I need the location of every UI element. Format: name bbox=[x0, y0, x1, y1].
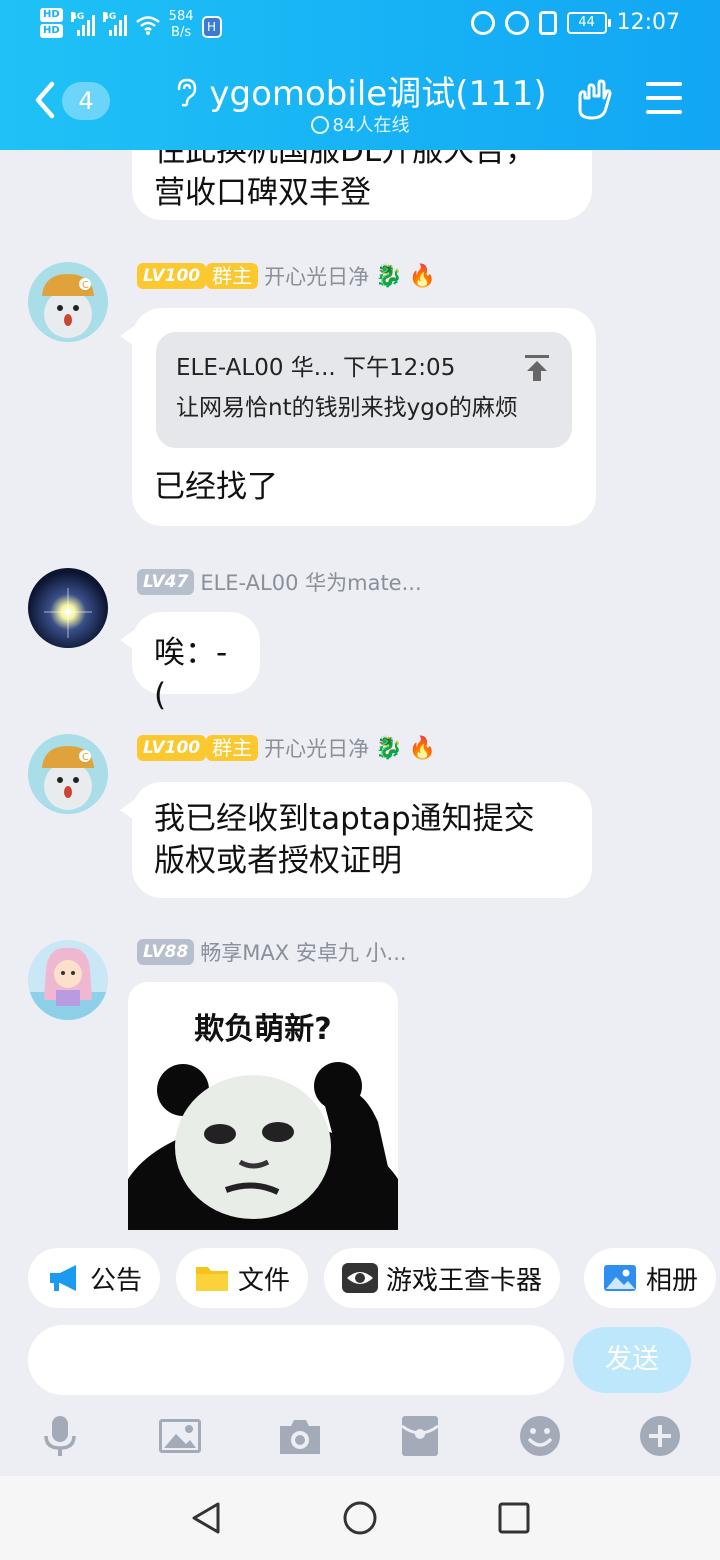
fire-icon: 🔥 bbox=[408, 735, 436, 761]
message-text: 营收口碑双丰登 bbox=[154, 175, 371, 211]
clock: 12:07 bbox=[616, 10, 680, 35]
composer: 发送 bbox=[0, 1322, 720, 1402]
gesture-hand-icon[interactable] bbox=[572, 78, 614, 120]
eye-icon bbox=[342, 1263, 378, 1293]
level-badge: LV88 bbox=[137, 939, 195, 965]
avatar[interactable] bbox=[28, 568, 108, 648]
sender-name[interactable]: 畅享MAX 安卓九 小... bbox=[200, 937, 406, 967]
shortcut-card-checker[interactable]: 游戏王查卡器 bbox=[324, 1248, 561, 1308]
message-text: 已经找了 bbox=[154, 469, 278, 505]
quoted-message[interactable]: ELE-AL00 华... 下午12:05 让网易恰nt的钱别来找ygo的麻烦 bbox=[156, 332, 572, 448]
level-badge: LV100 bbox=[137, 735, 207, 761]
online-status-icon bbox=[310, 116, 329, 134]
sender-name[interactable]: 开心光日净 bbox=[264, 733, 369, 763]
folder-icon bbox=[196, 1267, 228, 1291]
panda-face-sticker bbox=[128, 1062, 398, 1230]
quote-text: 让网易恰nt的钱别来找ygo的麻烦 bbox=[176, 395, 518, 421]
sender-meta: LV88 畅享MAX 安卓九 小... bbox=[137, 938, 407, 966]
input-toolbar bbox=[0, 1410, 720, 1470]
svg-text:C: C bbox=[82, 280, 89, 291]
shortcut-files[interactable]: 文件 bbox=[176, 1248, 309, 1308]
red-packet-icon[interactable] bbox=[398, 1414, 442, 1458]
microphone-icon[interactable] bbox=[38, 1414, 82, 1458]
message-input[interactable] bbox=[28, 1325, 564, 1395]
emoji-icon[interactable] bbox=[518, 1414, 562, 1458]
dragon-icon: 🐉 bbox=[375, 263, 403, 289]
sender-meta: LV100 群主 开心光日净 🐉 🔥 bbox=[137, 734, 436, 762]
avatar[interactable]: C bbox=[28, 734, 108, 814]
signal-icon-2: 4G bbox=[102, 12, 127, 36]
nav-recents-icon[interactable] bbox=[496, 1500, 532, 1536]
chat-title: ygomobile调试(111) bbox=[209, 74, 547, 114]
level-badge: LV100 bbox=[137, 263, 207, 289]
network-speed: 584 B/s bbox=[168, 9, 194, 40]
message-text: 唉：-( bbox=[154, 635, 228, 713]
message-bubble[interactable]: 唉：-( bbox=[120, 612, 260, 713]
jump-to-top-icon[interactable] bbox=[524, 354, 550, 382]
dragon-icon: 🐉 bbox=[375, 735, 403, 761]
status-bar: HD HD 4G 4G 584 B/s H 44 12:07 bbox=[0, 0, 720, 48]
megaphone-icon bbox=[50, 1265, 76, 1291]
image-icon[interactable] bbox=[158, 1414, 202, 1458]
message-text-line: 版权或者授权证明 bbox=[154, 843, 402, 879]
camera-icon[interactable] bbox=[278, 1414, 322, 1458]
nav-home-icon[interactable] bbox=[342, 1500, 378, 1536]
sender-name[interactable]: ELE-AL00 华为mate... bbox=[200, 567, 421, 597]
hd-indicator: HD HD bbox=[40, 8, 63, 38]
message-text-line: 我已经收到taptap通知提交 bbox=[154, 801, 535, 837]
sticker-caption: 欺负萌新? bbox=[194, 1012, 332, 1047]
photo-icon bbox=[604, 1265, 636, 1291]
role-badge: 群主 bbox=[206, 263, 259, 289]
shortcut-announcement[interactable]: 公告 bbox=[28, 1248, 161, 1308]
nav-back-icon[interactable] bbox=[188, 1500, 224, 1536]
level-badge: LV47 bbox=[137, 569, 195, 595]
alarm-icon bbox=[504, 10, 529, 35]
message-text-cut: 住此换机国服DL开服大吉， bbox=[154, 150, 537, 169]
send-button[interactable]: 发送 bbox=[573, 1327, 691, 1393]
role-badge: 群主 bbox=[206, 735, 259, 761]
chat-header: HD HD 4G 4G 584 B/s H 44 12:07 4 ygomobile… bbox=[0, 0, 720, 150]
app-notification-icon: H bbox=[201, 16, 222, 38]
message-bubble[interactable]: ELE-AL00 华... 下午12:05 让网易恰nt的钱别来找ygo的麻烦 … bbox=[120, 308, 596, 526]
battery-icon: 44 bbox=[566, 11, 611, 34]
shortcut-bar: 公告 文件 游戏王查卡器 相册 bbox=[0, 1248, 720, 1310]
message-list[interactable]: 住此换机国服DL开服大吉， 营收口碑双丰登 C LV100 群主 开心光日净 🐉 🔥… bbox=[0, 150, 720, 1230]
headphones-icon bbox=[470, 10, 495, 35]
sender-meta: LV100 群主 开心光日净 🐉 🔥 bbox=[137, 262, 436, 290]
sender-meta: LV47 ELE-AL00 华为mate... bbox=[137, 568, 422, 596]
message-bubble[interactable]: 我已经收到taptap通知提交 版权或者授权证明 bbox=[120, 782, 592, 898]
signal-icon: 4G bbox=[70, 12, 95, 36]
avatar[interactable]: C bbox=[28, 262, 108, 342]
wifi-icon bbox=[135, 16, 160, 35]
sender-name[interactable]: 开心光日净 bbox=[264, 261, 369, 291]
ear-icon bbox=[178, 78, 197, 107]
message-bubble[interactable]: 住此换机国服DL开服大吉， 营收口碑双丰登 bbox=[132, 150, 592, 220]
shortcut-album[interactable]: 相册 bbox=[584, 1248, 717, 1308]
system-nav-bar bbox=[0, 1476, 720, 1560]
avatar[interactable] bbox=[28, 940, 108, 1020]
menu-icon[interactable] bbox=[646, 82, 682, 116]
quote-header: ELE-AL00 华... 下午12:05 bbox=[176, 355, 456, 381]
fire-icon: 🔥 bbox=[408, 263, 436, 289]
sticker-image[interactable]: 欺负萌新? bbox=[128, 982, 398, 1230]
plus-icon[interactable] bbox=[638, 1414, 682, 1458]
svg-text:C: C bbox=[82, 752, 89, 763]
vibrate-icon bbox=[538, 10, 557, 35]
